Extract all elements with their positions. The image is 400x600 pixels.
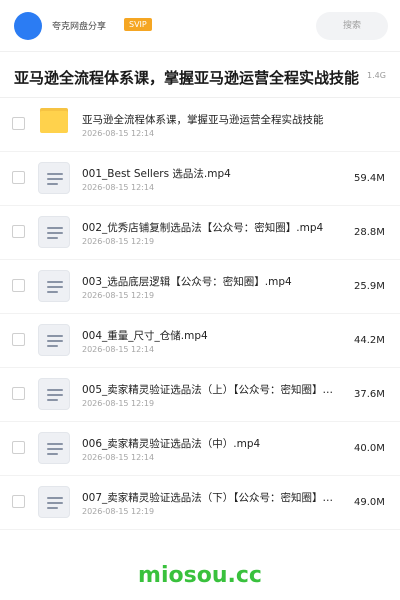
list-item[interactable]: 亚马逊全流程体系课，掌握亚马逊运营全程实战技能 2026-08-15 12:14 [0, 98, 400, 152]
file-date: 2026-08-15 12:14 [82, 345, 155, 354]
file-name: 006_卖家精灵验证选品法（中）.mp4 [82, 438, 261, 450]
watermark: miosou.cc [138, 563, 262, 588]
row-checkbox[interactable] [12, 117, 25, 130]
file-name: 005_卖家精灵验证选品法（上）【公众号：密知圈】… [82, 384, 334, 396]
file-name: 003_选品底层逻辑【公众号：密知圈】.mp4 [82, 276, 292, 288]
file-date: 2026-08-15 12:19 [82, 507, 155, 516]
file-size: 44.2M [354, 335, 385, 346]
document-icon [38, 432, 70, 464]
header-bar: 夸克网盘分享 SVIP 搜索 [0, 0, 400, 52]
document-icon [38, 378, 70, 410]
file-list: 亚马逊全流程体系课，掌握亚马逊运营全程实战技能 2026-08-15 12:14… [0, 98, 400, 530]
file-date: 2026-08-15 12:14 [82, 183, 155, 192]
svip-badge: SVIP [124, 18, 152, 31]
row-checkbox[interactable] [12, 279, 25, 292]
file-date: 2026-08-15 12:19 [82, 291, 155, 300]
total-size: 1.4G [367, 71, 386, 80]
file-name: 亚马逊全流程体系课，掌握亚马逊运营全程实战技能 [82, 114, 324, 126]
row-checkbox[interactable] [12, 171, 25, 184]
file-date: 2026-08-15 12:19 [82, 399, 155, 408]
file-date: 2026-08-15 12:19 [82, 237, 155, 246]
title-row: 亚马逊全流程体系课，掌握亚马逊运营全程实战技能 1.4G [0, 52, 400, 98]
document-icon [38, 486, 70, 518]
file-name: 007_卖家精灵验证选品法（下）【公众号：密知圈】… [82, 492, 334, 504]
file-name: 002_优秀店铺复制选品法【公众号：密知圈】.mp4 [82, 222, 324, 234]
file-name: 001_Best Sellers 选品法.mp4 [82, 168, 231, 180]
list-item[interactable]: 006_卖家精灵验证选品法（中）.mp4 2026-08-15 12:14 40… [0, 422, 400, 476]
avatar[interactable] [14, 12, 42, 40]
search-input[interactable]: 搜索 [316, 12, 388, 40]
document-icon [38, 270, 70, 302]
file-size: 28.8M [354, 227, 385, 238]
folder-icon [40, 108, 68, 134]
file-size: 25.9M [354, 281, 385, 292]
row-checkbox[interactable] [12, 495, 25, 508]
list-item[interactable]: 001_Best Sellers 选品法.mp4 2026-08-15 12:1… [0, 152, 400, 206]
list-item[interactable]: 003_选品底层逻辑【公众号：密知圈】.mp4 2026-08-15 12:19… [0, 260, 400, 314]
document-icon [38, 324, 70, 356]
document-icon [38, 216, 70, 248]
file-date: 2026-08-15 12:14 [82, 453, 155, 462]
page-title: 亚马逊全流程体系课，掌握亚马逊运营全程实战技能 [14, 69, 360, 87]
list-item[interactable]: 004_重量_尺寸_仓储.mp4 2026-08-15 12:14 44.2M [0, 314, 400, 368]
share-name: 夸克网盘分享 [52, 22, 107, 32]
row-checkbox[interactable] [12, 333, 25, 346]
file-date: 2026-08-15 12:14 [82, 129, 155, 138]
list-item[interactable]: 005_卖家精灵验证选品法（上）【公众号：密知圈】… 2026-08-15 12… [0, 368, 400, 422]
file-name: 004_重量_尺寸_仓储.mp4 [82, 330, 208, 342]
file-size: 40.0M [354, 443, 385, 454]
row-checkbox[interactable] [12, 225, 25, 238]
row-checkbox[interactable] [12, 387, 25, 400]
file-size: 37.6M [354, 389, 385, 400]
document-icon [38, 162, 70, 194]
file-size: 59.4M [354, 173, 385, 184]
file-size: 49.0M [354, 497, 385, 508]
list-item[interactable]: 002_优秀店铺复制选品法【公众号：密知圈】.mp4 2026-08-15 12… [0, 206, 400, 260]
list-item[interactable]: 007_卖家精灵验证选品法（下）【公众号：密知圈】… 2026-08-15 12… [0, 476, 400, 530]
row-checkbox[interactable] [12, 441, 25, 454]
